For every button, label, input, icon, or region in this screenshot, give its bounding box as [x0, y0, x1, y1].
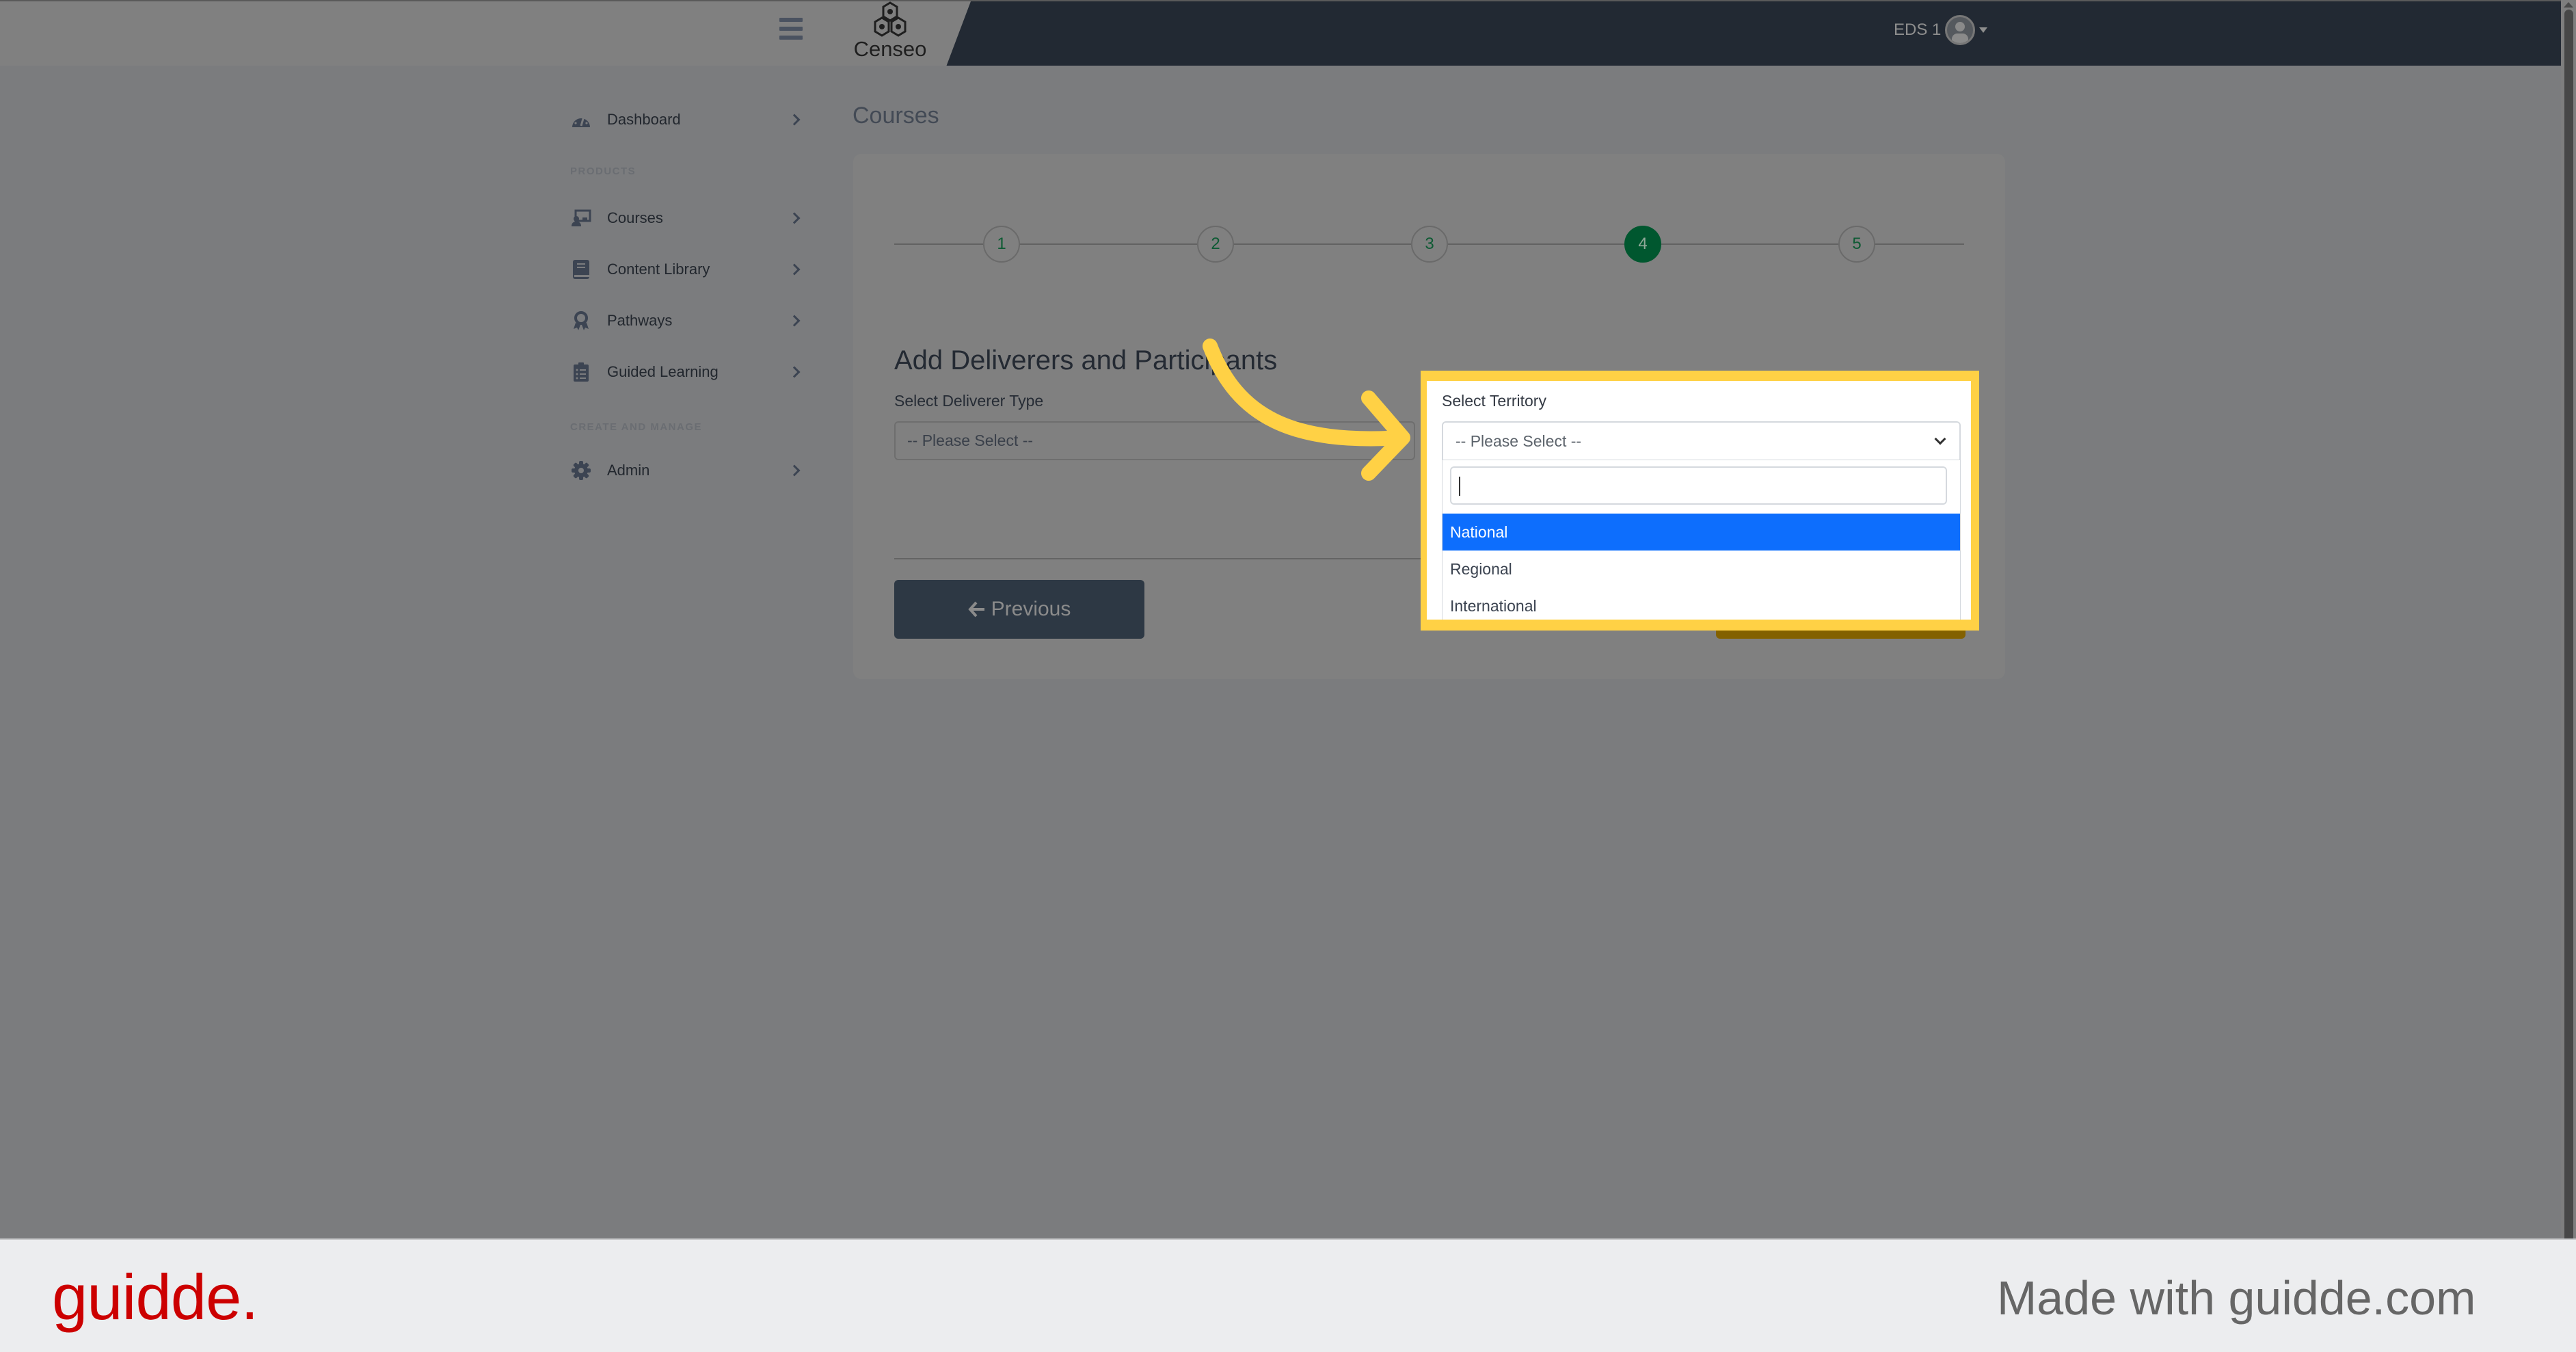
- censeo-logo-icon: [874, 1, 907, 37]
- gear-icon: [570, 460, 592, 481]
- deliverer-type-label: Select Deliverer Type: [894, 392, 1044, 410]
- chevron-right-icon: [788, 114, 801, 126]
- navbar-brand-area: [0, 1, 971, 66]
- hamburger-line: [779, 27, 803, 31]
- territory-options-list: National Regional International: [1442, 460, 1961, 620]
- sidebar-item-dashboard[interactable]: Dashboard: [567, 103, 814, 137]
- territory-select-value: -- Please Select --: [1455, 432, 1582, 450]
- territory-search-input[interactable]: [1450, 466, 1947, 505]
- made-with-guidde-text: Made with guidde.com: [1997, 1271, 2476, 1325]
- brand-logo[interactable]: Censeo: [849, 1, 931, 64]
- top-navbar: Censeo EDS 1: [0, 0, 2561, 66]
- sidebar-section-products: PRODUCTS: [570, 165, 636, 177]
- brand-name: Censeo: [853, 37, 927, 61]
- sidebar-item-content-library[interactable]: Content Library: [567, 252, 814, 287]
- sidebar-item-pathways[interactable]: Pathways: [567, 304, 814, 338]
- deliverer-type-select[interactable]: -- Please Select --: [894, 421, 1415, 460]
- step-4-active[interactable]: 4: [1624, 226, 1661, 263]
- book-icon: [570, 259, 592, 280]
- arrow-left-icon: [967, 601, 984, 618]
- hamburger-line: [779, 36, 803, 40]
- previous-button-label: Previous: [991, 598, 1071, 620]
- caret-down-icon: [1979, 27, 1988, 33]
- sidebar-item-label: Dashboard: [607, 111, 681, 128]
- sidebar-item-courses[interactable]: Courses: [567, 201, 814, 235]
- sidebar-item-label: Pathways: [607, 312, 673, 329]
- guidde-logo: guidde.: [52, 1261, 258, 1333]
- page-scrollbar[interactable]: [2561, 0, 2576, 1238]
- previous-button[interactable]: Previous: [894, 580, 1144, 639]
- sidebar-item-admin[interactable]: Admin: [567, 453, 814, 488]
- award-icon: [570, 310, 592, 332]
- page-title: Courses: [853, 103, 939, 129]
- text-cursor: [1459, 477, 1460, 496]
- chalkboard-teacher-icon: [570, 207, 592, 229]
- step-3[interactable]: 3: [1411, 226, 1448, 263]
- sidebar-item-label: Guided Learning: [607, 363, 719, 380]
- sidebar-item-label: Courses: [607, 209, 663, 226]
- chevron-right-icon: [788, 315, 801, 327]
- sidebar-item-label: Admin: [607, 462, 650, 479]
- territory-select[interactable]: -- Please Select --: [1442, 421, 1961, 460]
- step-5[interactable]: 5: [1838, 226, 1875, 263]
- territory-option-regional[interactable]: Regional: [1443, 551, 1960, 587]
- territory-dropdown: Select Territory -- Please Select -- Nat…: [1427, 381, 1971, 620]
- sidebar-item-label: Content Library: [607, 261, 710, 278]
- chevron-right-icon: [788, 366, 801, 378]
- dashboard-gauge-icon: [570, 109, 592, 131]
- user-menu[interactable]: EDS 1: [1894, 14, 1988, 47]
- app-window: Censeo EDS 1 Dashboard PRODUCTS Courses: [0, 0, 2576, 1238]
- step-2[interactable]: 2: [1197, 226, 1234, 263]
- step-1[interactable]: 1: [983, 226, 1020, 263]
- hamburger-icon[interactable]: [779, 18, 803, 40]
- user-name: EDS 1: [1894, 21, 1942, 39]
- guidde-footer: guidde. Made with guidde.com: [0, 1238, 2576, 1352]
- clipboard-list-icon: [570, 361, 592, 383]
- scroll-up-arrow-icon[interactable]: [2564, 2, 2573, 8]
- chevron-right-icon: [788, 464, 801, 477]
- territory-label: Select Territory: [1442, 392, 1546, 410]
- chevron-down-icon: [1934, 433, 1946, 445]
- sidebar-item-guided-learning[interactable]: Guided Learning: [567, 355, 814, 389]
- sidebar-section-create-and-manage: CREATE AND MANAGE: [570, 421, 702, 433]
- territory-option-national[interactable]: National: [1443, 514, 1960, 551]
- user-avatar-icon: [1945, 15, 1976, 45]
- hamburger-line: [779, 18, 803, 22]
- territory-option-international[interactable]: International: [1443, 587, 1960, 620]
- chevron-right-icon: [788, 263, 801, 276]
- scroll-thumb[interactable]: [2564, 10, 2573, 1238]
- chevron-right-icon: [788, 212, 801, 224]
- section-heading: Add Deliverers and Participants: [894, 345, 1278, 375]
- deliverer-type-value: -- Please Select --: [907, 432, 1034, 449]
